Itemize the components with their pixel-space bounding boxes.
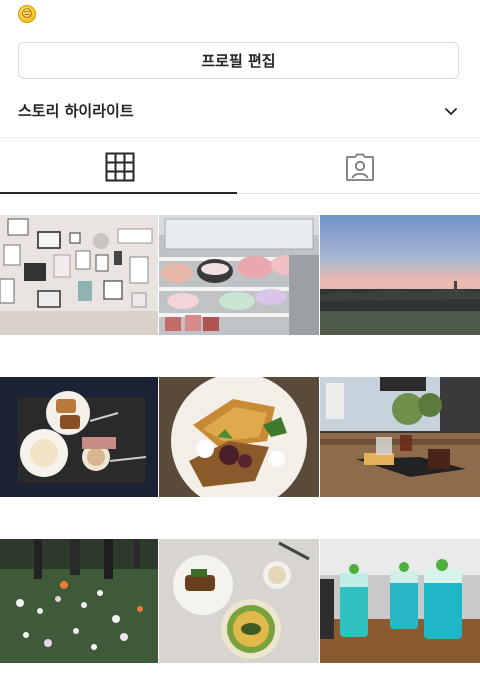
tab-tagged[interactable]	[240, 138, 480, 195]
active-tab-indicator	[0, 192, 237, 194]
post-thumbnail[interactable]	[0, 377, 158, 497]
tab-grid[interactable]	[0, 138, 240, 195]
grid-icon	[105, 152, 135, 181]
photo-french-toast	[159, 377, 319, 497]
chevron-down-icon	[445, 108, 457, 115]
photo-sunset-sky	[320, 215, 480, 335]
post-thumbnail[interactable]	[320, 215, 480, 335]
photo-cafe-dessert	[320, 377, 480, 497]
divider	[237, 193, 480, 194]
photo-dinner-plates	[159, 539, 319, 663]
post-thumbnail[interactable]	[320, 539, 480, 663]
post-thumbnail[interactable]	[320, 377, 480, 497]
story-highlights-label: 스토리 하이라이트	[18, 102, 134, 120]
pensive-emoji: 😔	[18, 5, 36, 23]
photo-blue-drinks	[320, 539, 480, 663]
post-thumbnail[interactable]	[159, 377, 319, 497]
photo-wildflowers	[0, 539, 158, 663]
edit-profile-button[interactable]: 프로필 편집	[18, 42, 459, 79]
story-highlights-toggle[interactable]: 스토리 하이라이트	[0, 92, 480, 128]
post-thumbnail[interactable]	[159, 539, 319, 663]
photo-gallery-wall	[0, 215, 158, 335]
post-thumbnail[interactable]	[0, 539, 158, 663]
post-thumbnail[interactable]	[159, 215, 319, 335]
post-grid	[0, 215, 480, 678]
tagged-person-icon	[346, 153, 374, 181]
post-thumbnail[interactable]	[0, 215, 158, 335]
profile-bio-area: 😔	[0, 0, 480, 34]
photo-macaron-display	[159, 215, 319, 335]
photo-pastries-coffee	[0, 377, 158, 497]
